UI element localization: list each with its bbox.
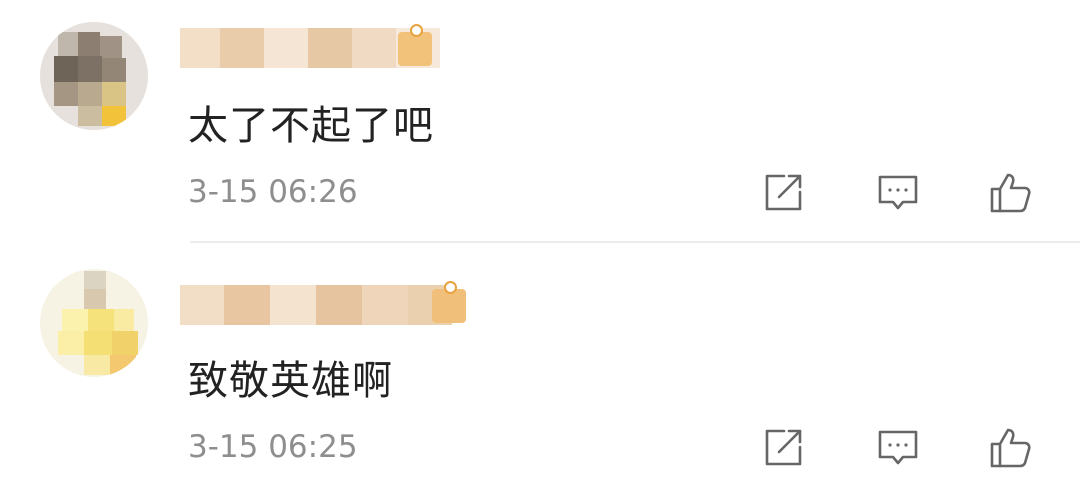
share-button[interactable]: [758, 423, 808, 473]
comment-item: 太了不起了吧 3-15 06:26: [0, 0, 1080, 242]
comment-icon: [878, 175, 918, 210]
comment-text: 致敬英雄啊: [188, 358, 393, 404]
share-icon: [765, 429, 802, 466]
comment-text: 太了不起了吧: [188, 103, 434, 149]
avatar[interactable]: [40, 22, 148, 130]
thumbs-up-icon: [990, 428, 1031, 468]
comment-timestamp: 3-15 06:25: [188, 429, 358, 465]
comment-item: 致敬英雄啊 3-15 06:25: [0, 243, 1080, 497]
avatar[interactable]: [40, 269, 148, 377]
comment-icon: [878, 430, 918, 465]
share-icon: [765, 174, 802, 211]
vip-badge: [432, 281, 466, 323]
like-button[interactable]: [985, 168, 1035, 218]
like-button[interactable]: [985, 423, 1035, 473]
thumbs-up-icon: [990, 173, 1031, 213]
reply-button[interactable]: [873, 168, 923, 218]
reply-button[interactable]: [873, 423, 923, 473]
comment-timestamp: 3-15 06:26: [188, 174, 358, 210]
vip-badge: [398, 24, 432, 66]
share-button[interactable]: [758, 168, 808, 218]
